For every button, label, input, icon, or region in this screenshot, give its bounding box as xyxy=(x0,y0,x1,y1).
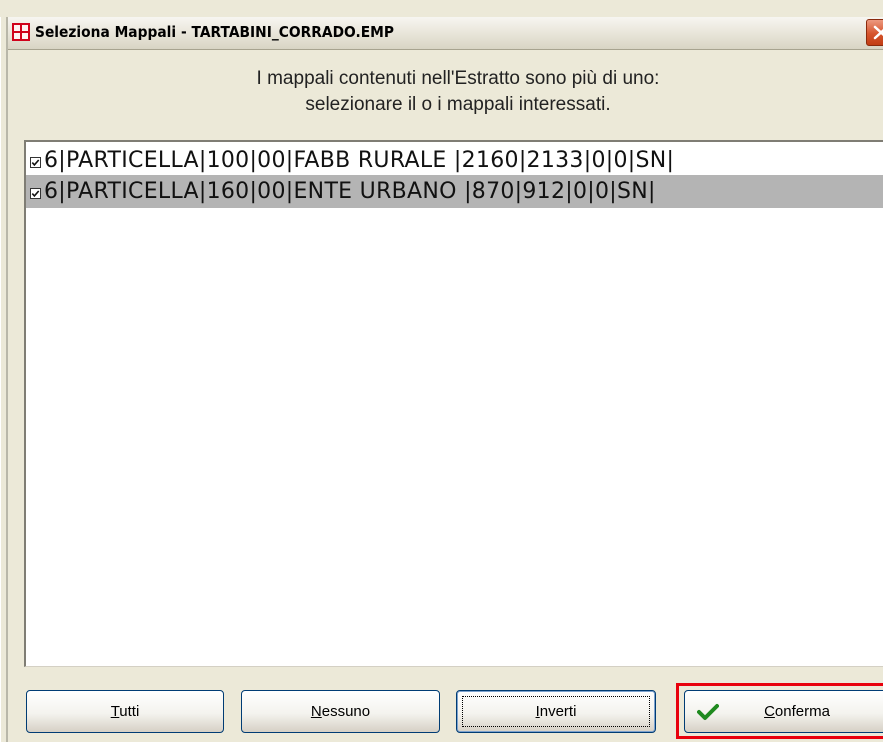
invert-selection-button[interactable]: Inverti xyxy=(456,690,656,733)
app-grid-icon xyxy=(12,23,30,41)
button-label: Tutti xyxy=(110,703,140,720)
list-item-label: 6|PARTICELLA|160|00|ENTE URBANO |870|912… xyxy=(44,179,656,204)
window-title: Seleziona Mappali - TARTABINI_CORRADO.EM… xyxy=(35,23,394,41)
confirm-button[interactable]: Conferma xyxy=(684,690,883,733)
list-item-selected[interactable]: 6|PARTICELLA|160|00|ENTE URBANO |870|912… xyxy=(26,175,883,208)
instruction-line-2: selezionare il o i mappali interessati. xyxy=(305,94,611,115)
instruction-line-1: I mappali contenuti nell'Estratto sono p… xyxy=(256,68,660,89)
close-button[interactable] xyxy=(866,19,883,46)
item-checkbox[interactable] xyxy=(30,155,41,168)
window-left-border xyxy=(0,17,8,742)
select-all-button[interactable]: Tutti xyxy=(26,690,224,733)
dialog-window: Seleziona Mappali - TARTABINI_CORRADO.EM… xyxy=(0,0,883,742)
button-label: Nessuno xyxy=(310,703,371,720)
instruction-text: I mappali contenuti nell'Estratto sono p… xyxy=(18,66,883,118)
list-item-label: 6|PARTICELLA|100|00|FABB RURALE |2160|21… xyxy=(44,148,675,173)
select-none-button[interactable]: Nessuno xyxy=(241,690,440,733)
checkmark-icon xyxy=(697,703,719,725)
list-item[interactable]: 6|PARTICELLA|100|00|FABB RURALE |2160|21… xyxy=(26,144,883,177)
button-label: Conferma xyxy=(764,703,830,720)
mappali-checklist[interactable]: 6|PARTICELLA|100|00|FABB RURALE |2160|21… xyxy=(24,140,883,667)
item-checkbox[interactable] xyxy=(30,186,41,199)
title-bar[interactable]: Seleziona Mappali - TARTABINI_CORRADO.EM… xyxy=(8,17,883,50)
focus-rectangle xyxy=(462,696,650,727)
